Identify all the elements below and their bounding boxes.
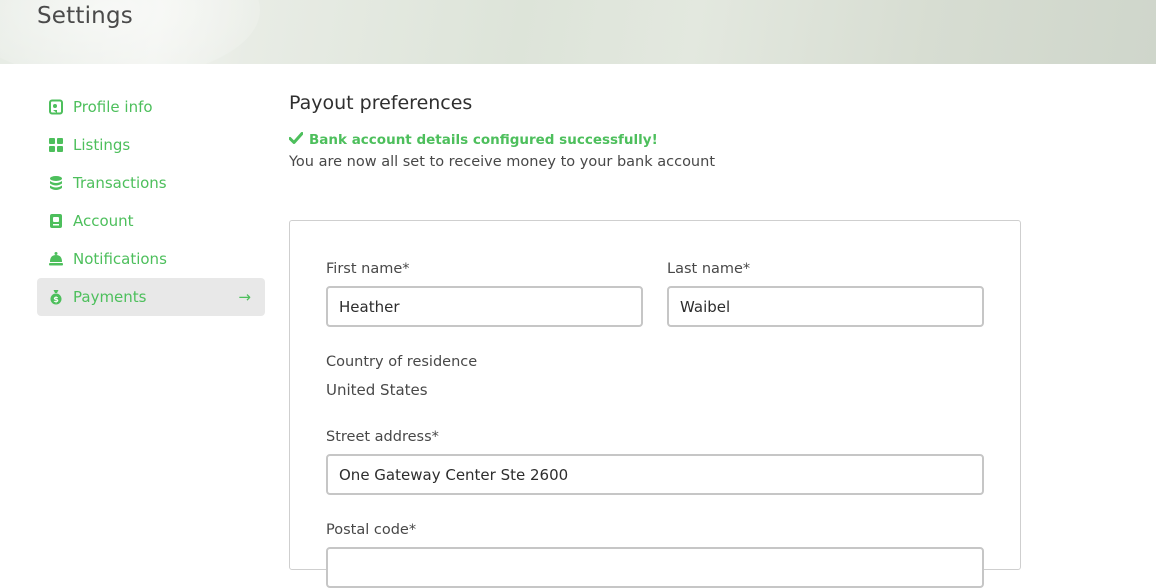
success-subtext: You are now all set to receive money to … bbox=[289, 154, 716, 170]
account-icon bbox=[48, 213, 64, 229]
sidebar-item-listings[interactable]: Listings bbox=[37, 126, 265, 164]
last-name-label: Last name* bbox=[667, 261, 751, 277]
sidebar-item-label: Notifications bbox=[73, 250, 167, 268]
sidebar-item-notifications[interactable]: Notifications bbox=[37, 240, 265, 278]
postal-code-input[interactable] bbox=[326, 547, 984, 588]
success-message: Bank account details configured successf… bbox=[288, 132, 715, 148]
settings-sidebar: Profile info Listings Transactions Accou… bbox=[37, 88, 265, 316]
sidebar-item-account[interactable]: Account bbox=[37, 202, 265, 240]
arrow-right-icon: → bbox=[238, 288, 251, 306]
settings-header-banner: Settings bbox=[0, 0, 1156, 64]
bank-details-form: First name* Heather Last name* Waibel Co… bbox=[289, 220, 1021, 588]
success-message-text: Bank account details configured successf… bbox=[309, 132, 658, 148]
sidebar-item-label: Profile info bbox=[73, 98, 153, 116]
sidebar-item-label: Listings bbox=[73, 136, 131, 154]
grid-icon bbox=[48, 137, 64, 153]
money-bag-icon: $ bbox=[48, 289, 64, 305]
sidebar-item-transactions[interactable]: Transactions bbox=[37, 164, 265, 202]
postal-code-label: Postal code* bbox=[326, 522, 417, 538]
section-title: Payout preferences bbox=[289, 92, 473, 114]
first-name-input[interactable]: Heather bbox=[326, 286, 643, 327]
country-label: Country of residence bbox=[326, 354, 478, 370]
sidebar-item-payments[interactable]: $ Payments → bbox=[37, 278, 265, 316]
sidebar-item-profile-info[interactable]: Profile info bbox=[37, 88, 265, 126]
street-address-label: Street address* bbox=[326, 429, 439, 445]
bell-icon bbox=[48, 251, 64, 267]
page-title: Settings bbox=[37, 3, 133, 29]
stack-icon bbox=[48, 175, 64, 191]
country-value: United States bbox=[326, 381, 428, 399]
checkmark-icon bbox=[288, 132, 304, 148]
payout-preferences-section: Payout preferences Bank account details … bbox=[288, 92, 716, 170]
profile-icon bbox=[48, 99, 64, 115]
sidebar-item-label: Transactions bbox=[73, 174, 167, 192]
sidebar-item-label: Payments bbox=[73, 288, 147, 306]
first-name-label: First name* bbox=[326, 261, 410, 277]
last-name-input[interactable]: Waibel bbox=[667, 286, 984, 327]
svg-text:$: $ bbox=[53, 295, 59, 304]
sidebar-item-label: Account bbox=[73, 212, 134, 230]
street-address-input[interactable]: One Gateway Center Ste 2600 bbox=[326, 454, 984, 495]
